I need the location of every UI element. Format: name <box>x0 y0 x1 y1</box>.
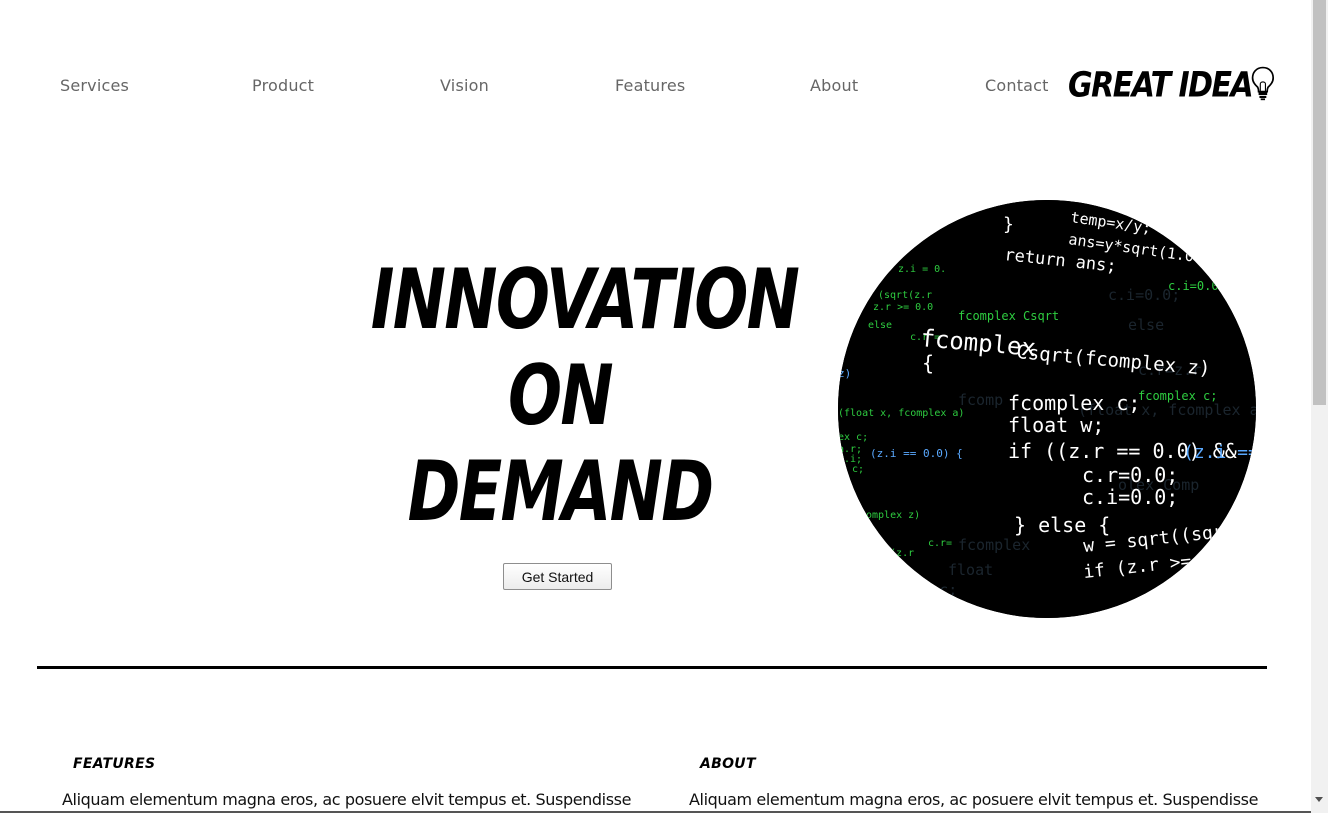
hero-title-line-3: DEMAND <box>407 443 714 541</box>
svg-text:else: else <box>868 320 892 331</box>
nav-about[interactable]: About <box>810 76 858 95</box>
svg-text:c.i=0.0;: c.i=0.0; <box>1168 279 1226 293</box>
svg-text:fcomplex: fcomplex <box>958 536 1030 554</box>
svg-text:(z.i == 0.0) {: (z.i == 0.0) { <box>1183 442 1256 463</box>
svg-text:c.i=0.0;: c.i=0.0; <box>1082 485 1178 509</box>
svg-text:fcomplex c;: fcomplex c; <box>1008 391 1140 415</box>
scroll-down-arrow-icon[interactable] <box>1315 797 1323 802</box>
svg-text:z.r >= 0.0: z.r >= 0.0 <box>873 302 933 313</box>
scrollbar-thumb[interactable] <box>1313 0 1326 405</box>
vertical-scrollbar[interactable] <box>1311 0 1328 813</box>
nav-vision[interactable]: Vision <box>440 76 489 95</box>
nav-product[interactable]: Product <box>252 76 314 95</box>
about-heading: ABOUT <box>700 756 756 772</box>
svg-text:(sqrt(z.r: (sqrt(z.r <box>878 290 932 301</box>
svg-text:fcomplex c;: fcomplex c; <box>1138 389 1217 403</box>
svg-text:}: } <box>1003 214 1014 235</box>
code-image: c.i=0.0; else c.r=z.r fcomp (float x, fc… <box>838 200 1256 618</box>
code-image-svg: c.i=0.0; else c.r=z.r fcomp (float x, fc… <box>838 200 1256 618</box>
svg-text:c.r=0.0;: c.r=0.0; <box>1082 463 1178 487</box>
svg-text:ex c;: ex c; <box>838 432 868 443</box>
svg-text:float w;: float w; <box>1008 413 1104 437</box>
svg-text:else: else <box>1128 316 1164 334</box>
svg-text:fcomplex c;: fcomplex c; <box>858 581 957 599</box>
svg-text:z.i = 0.: z.i = 0. <box>898 264 946 275</box>
get-started-button[interactable]: Get Started <box>503 563 612 590</box>
svg-text:c.r: c.r <box>1154 587 1185 607</box>
about-body: Aliquam elementum magna eros, ac posuere… <box>689 790 1259 809</box>
svg-text:omplex z): omplex z) <box>866 510 920 521</box>
svg-text:fcomp: fcomp <box>958 391 1003 409</box>
svg-text:z): z) <box>838 367 851 380</box>
svg-text:(z.i == 0.0) {: (z.i == 0.0) { <box>870 447 963 460</box>
svg-text:fcomplex Csqrt: fcomplex Csqrt <box>958 309 1059 323</box>
lightbulb-icon <box>1251 66 1275 101</box>
section-divider <box>37 666 1267 669</box>
nav-features[interactable]: Features <box>615 76 685 95</box>
hero-title: INNOVATION ON DEMAND <box>340 252 800 540</box>
nav-contact[interactable]: Contact <box>985 76 1049 95</box>
svg-text:c;: c; <box>852 464 864 475</box>
logo[interactable]: GREAT IDEA <box>1068 62 1276 108</box>
logo-text: GREAT IDEA <box>1068 64 1254 106</box>
svg-text:rt(z.r: rt(z.r <box>878 548 914 559</box>
svg-text:float: float <box>948 561 993 579</box>
features-heading: FEATURES <box>73 756 156 772</box>
page: Services Product Vision Features About C… <box>0 0 1311 813</box>
svg-text:(float x, fcomplex a): (float x, fcomplex a) <box>838 408 964 419</box>
hero-title-line-2: ON <box>508 347 614 445</box>
hero-title-line-1: INNOVATION <box>370 251 800 349</box>
svg-text:c.r=: c.r= <box>928 538 952 549</box>
features-body: Aliquam elementum magna eros, ac posuere… <box>62 790 632 809</box>
svg-text:} else {: } else { <box>1014 513 1110 537</box>
nav-services[interactable]: Services <box>60 76 129 95</box>
svg-text:{: { <box>922 351 934 375</box>
